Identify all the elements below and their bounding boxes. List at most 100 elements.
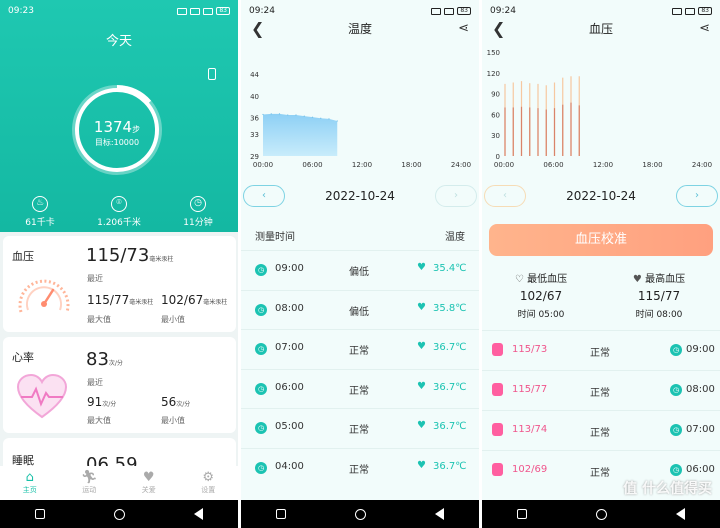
heart-icon: ♥ <box>417 459 426 471</box>
page-title: 今天 <box>105 34 132 49</box>
heart-icon: ♥ <box>142 470 155 485</box>
share-icon[interactable]: ⋖ <box>458 21 469 36</box>
tab-home[interactable]: ⌂ 主页 <box>10 466 50 500</box>
temperature-point <box>278 113 281 115</box>
row-status: 正常 <box>349 464 369 476</box>
row-time: 05:00 <box>275 421 304 432</box>
steps-unit: 步 <box>132 125 141 134</box>
signal-icon <box>203 7 214 15</box>
row-time: 07:00 <box>275 342 304 353</box>
clock-icon: ◷ <box>670 464 682 476</box>
x-tick-label: 00:00 <box>253 161 273 169</box>
calories-stat[interactable]: ♨ 61千卡 <box>0 196 80 228</box>
y-tick-label: 44 <box>250 71 259 79</box>
temperature-point <box>320 117 322 119</box>
row-status: 正常 <box>590 388 610 399</box>
row-bp: 115/77 <box>512 384 548 395</box>
table-row[interactable]: ◷ 05:00 正常 ♥ 36.7℃ <box>241 408 479 446</box>
x-tick-label: 00:00 <box>494 161 514 169</box>
gauge-icon <box>18 279 70 313</box>
temperature-screen: 09:24 83 ❮ 温度 ⋖ 29 33 36 40 44 00:00 06:00 12:0… <box>241 0 479 528</box>
back-button[interactable] <box>676 508 686 520</box>
heart-icon: ♥ <box>417 380 426 392</box>
heart-pulse-icon <box>16 373 68 419</box>
system-nav-bar <box>241 500 479 528</box>
blood-pressure-card[interactable]: 血压 115/73毫米汞柱 最近 115/77毫米汞柱 102/67毫米汞柱 最… <box>3 236 236 332</box>
row-time: 06:00 <box>686 464 715 475</box>
row-temp: 35.4℃ <box>433 263 467 274</box>
clock-icon: ◷ <box>670 384 682 396</box>
share-icon[interactable]: ⋖ <box>699 21 710 36</box>
home-button[interactable] <box>113 508 125 520</box>
steps-count: 1374 <box>93 118 133 136</box>
clock-icon: ◷ <box>670 344 682 356</box>
recents-button[interactable] <box>275 509 286 519</box>
back-arrow-icon[interactable]: ❮ <box>492 19 505 38</box>
heart-icon: ♥ <box>417 262 426 273</box>
home-button[interactable] <box>595 508 607 520</box>
recents-button[interactable] <box>516 509 527 519</box>
tab-sport[interactable]: 🏃︎ 运动 <box>69 466 109 500</box>
home-icon: ⌂ <box>25 470 34 485</box>
bp-max: 115/77 <box>87 293 130 307</box>
recents-button[interactable] <box>34 509 45 519</box>
header: ❮ 血压 ⋖ <box>482 14 720 42</box>
x-tick-label: 18:00 <box>642 161 662 169</box>
calibrate-button[interactable]: 血压校准 <box>489 224 713 256</box>
y-tick-label: 33 <box>250 131 259 139</box>
tab-settings[interactable]: ⚙ 设置 <box>188 466 228 500</box>
home-button[interactable] <box>354 508 366 520</box>
table-row[interactable]: 115/77 正常 ◷ 08:00 <box>482 370 720 408</box>
status-time: 09:23 <box>8 6 34 16</box>
temperature-area <box>263 113 338 156</box>
table-header: 测量时间 温度 <box>241 222 479 246</box>
distance-stat[interactable]: ⌾ 1.206千米 <box>79 196 159 228</box>
y-tick-label: 120 <box>487 70 500 78</box>
table-row[interactable]: ◷ 04:00 正常 ♥ 36.7℃ <box>241 447 479 486</box>
gear-icon: ⚙ <box>202 470 215 485</box>
row-time: 09:00 <box>275 263 304 274</box>
table-row[interactable]: ◷ 06:00 正常 ♥ 36.7℃ <box>241 368 479 407</box>
watch-icon <box>492 343 503 356</box>
system-nav-bar <box>482 500 720 528</box>
page-title: 温度 <box>347 21 372 36</box>
next-day-button[interactable]: › <box>676 185 718 207</box>
blood-pressure-chart: 0 30 60 90 120 150 00:00 06:00 12:00 18:00 24:00 <box>487 49 712 169</box>
hr-min: 56 <box>161 395 177 409</box>
heart-rate-card[interactable]: 心率 83次/分 最近 91次/分 56次/分 最大值 最小值 <box>3 337 236 433</box>
clock-icon: ◷ <box>670 424 682 436</box>
blood-pressure-screen: 09:24 83 ❮ 血压 ⋖ 0 30 60 90 120 150 00:00 06:00 1… <box>482 0 720 528</box>
temperature-point <box>328 118 330 120</box>
table-row[interactable]: ◷ 09:00 偏低 ♥ 35.4℃ <box>241 250 479 288</box>
row-status: 偏低 <box>349 267 369 278</box>
back-button[interactable] <box>194 508 204 520</box>
temperature-point <box>295 114 297 116</box>
back-button[interactable] <box>435 508 445 520</box>
table-row[interactable]: 113/74 正常 ◷ 07:00 <box>482 410 720 448</box>
table-row[interactable]: ◷ 08:00 偏低 ♥ 35.8℃ <box>241 289 479 328</box>
status-bar: 09:23 83 <box>0 0 238 22</box>
battery-icon: 83 <box>216 7 230 15</box>
table-row[interactable]: 115/73 正常 ◷ 09:00 <box>482 330 720 368</box>
temperature-point <box>336 120 338 122</box>
bp-min: 102/67 <box>161 293 204 307</box>
duration-stat[interactable]: ◷ 11分钟 <box>158 196 238 228</box>
watch-icon[interactable] <box>208 68 216 80</box>
next-day-button[interactable]: › <box>435 185 477 207</box>
temperature-chart: 29 33 36 40 44 00:00 06:00 12:00 18:00 24:00 <box>250 71 471 169</box>
row-bp: 115/73 <box>512 344 548 355</box>
row-temp: 36.7℃ <box>433 460 467 472</box>
x-tick-label: 12:00 <box>352 161 372 169</box>
x-tick-label: 18:00 <box>401 161 421 169</box>
heart-icon: ♥ <box>417 341 426 352</box>
back-arrow-icon[interactable]: ❮ <box>251 19 264 38</box>
clock-icon: ◷ <box>255 422 267 434</box>
y-tick-label: 60 <box>491 111 500 119</box>
date-selector: ‹ 2022-10-24 › <box>482 180 720 214</box>
watermark: 值 什么值得买 <box>623 481 712 497</box>
page-title: 血压 <box>588 21 613 36</box>
tab-care[interactable]: ♥ 关爱 <box>129 466 169 500</box>
row-status: 正常 <box>590 428 610 439</box>
table-row[interactable]: ◷ 07:00 正常 ♥ 36.7℃ <box>241 329 479 367</box>
hr-max: 91 <box>87 395 103 409</box>
